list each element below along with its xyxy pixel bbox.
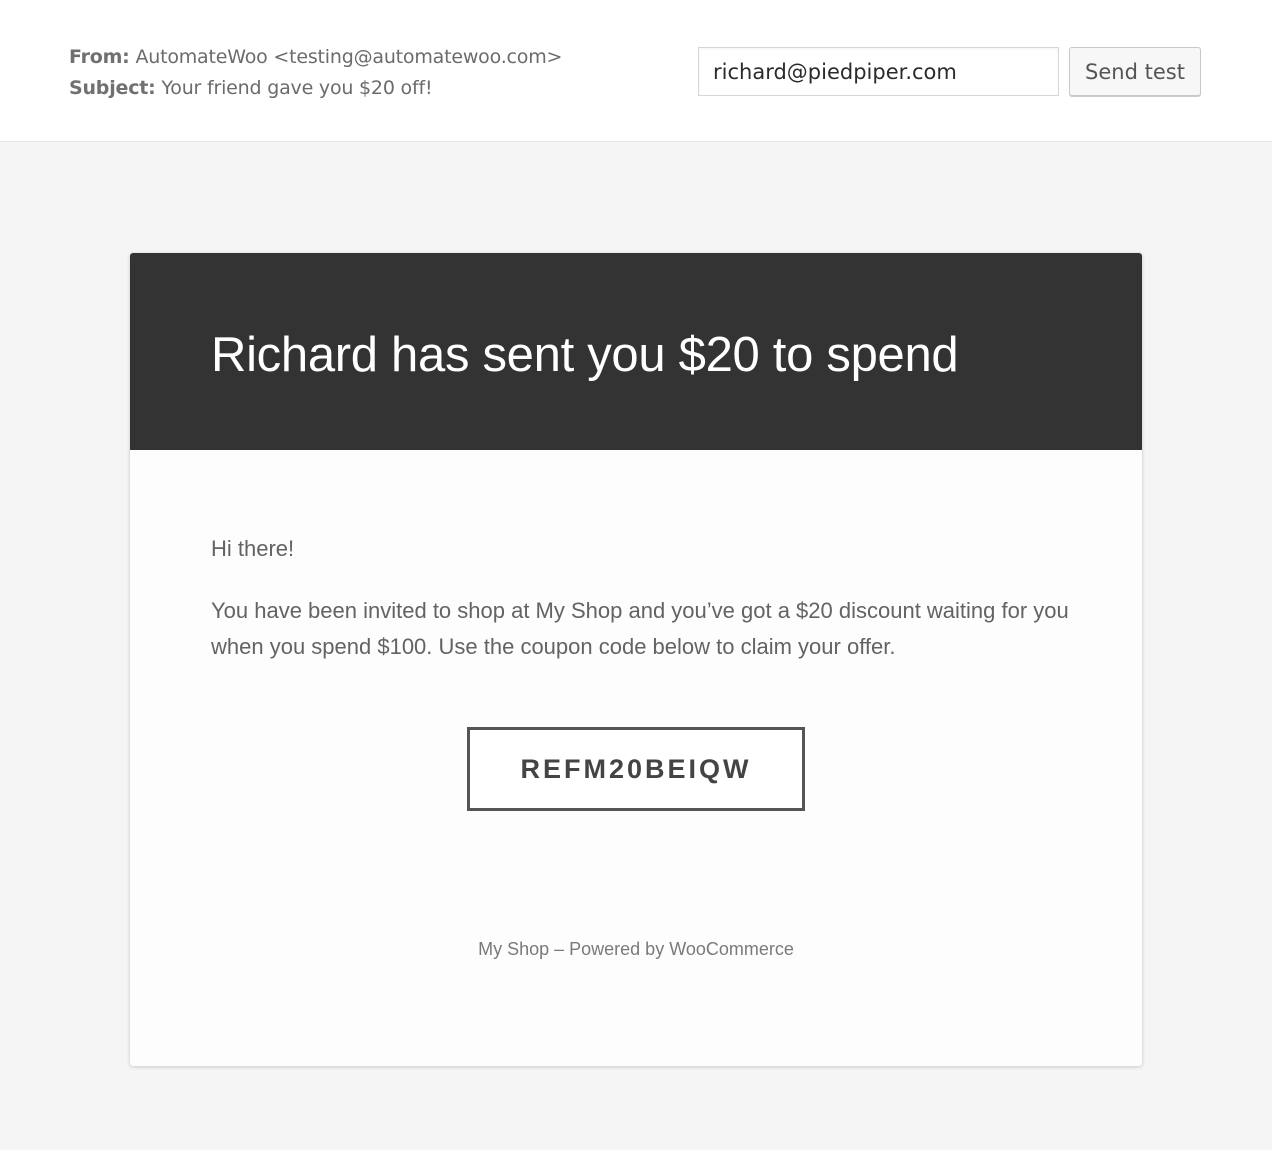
email-greeting: Hi there! (211, 536, 295, 561)
send-test-button[interactable]: Send test (1069, 47, 1201, 96)
subject-value: Your friend gave you $20 off! (161, 77, 433, 99)
subject-line: Subject: Your friend gave you $20 off! (69, 73, 562, 104)
subject-label: Subject: (69, 77, 156, 99)
from-label: From: (69, 46, 130, 68)
email-header: Richard has sent you $20 to spend (130, 253, 1142, 450)
email-footer: My Shop – Powered by WooCommerce (478, 939, 794, 959)
email-preview-card: Richard has sent you $20 to spend Hi the… (130, 253, 1142, 1066)
test-email-input[interactable] (698, 47, 1059, 96)
coupon-code-box: REFM20BEIQW (467, 727, 805, 811)
email-body-text: You have been invited to shop at My Shop… (211, 598, 1069, 659)
email-title: Richard has sent you $20 to spend (211, 328, 959, 382)
email-meta: From: AutomateWoo <testing@automatewoo.c… (69, 42, 562, 104)
preview-toolbar: From: AutomateWoo <testing@automatewoo.c… (0, 0, 1272, 142)
from-value: AutomateWoo <testing@automatewoo.com> (135, 46, 563, 68)
from-line: From: AutomateWoo <testing@automatewoo.c… (69, 42, 562, 73)
